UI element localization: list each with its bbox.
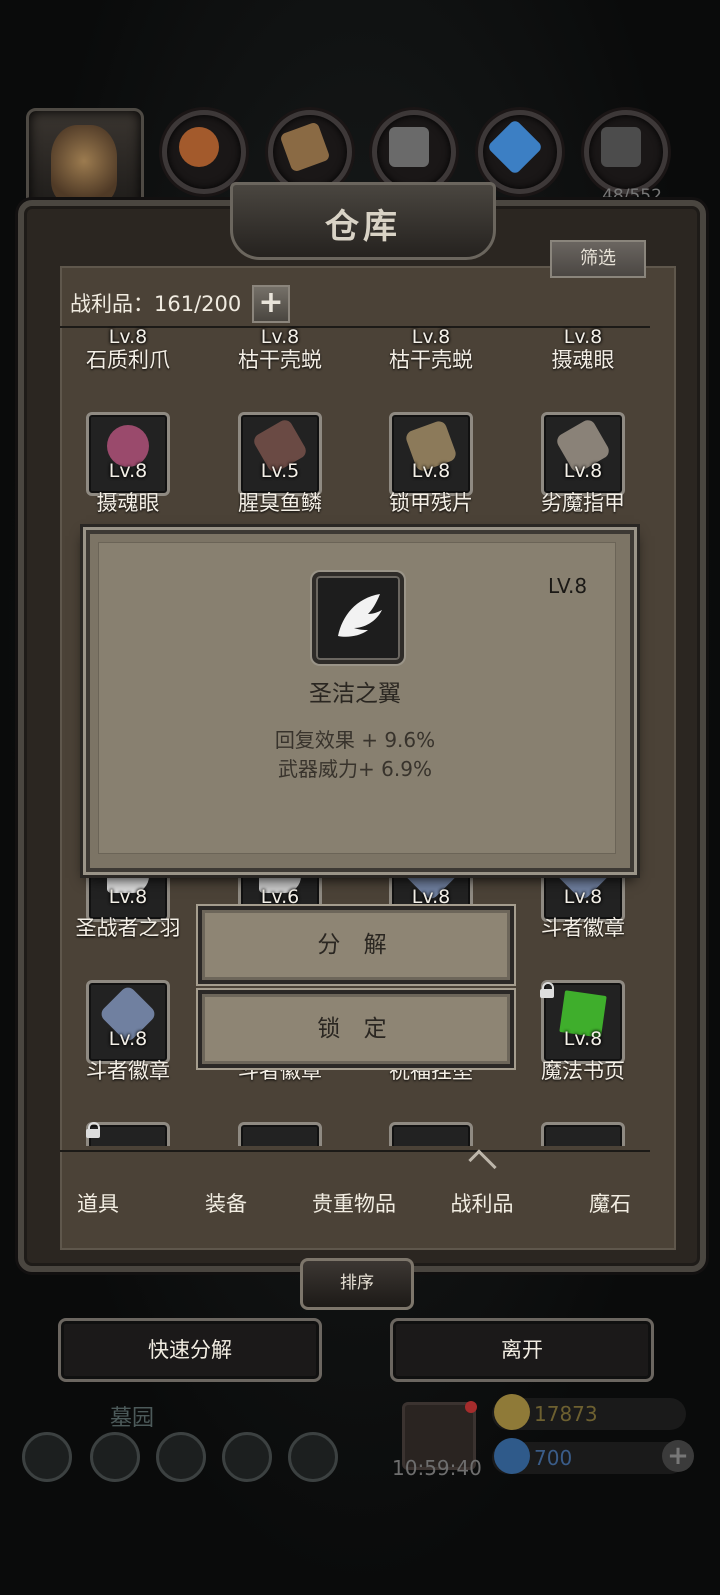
menu-circle-icon[interactable] xyxy=(90,1432,140,1482)
gold-value: 17873 xyxy=(534,1402,598,1426)
item-level: Lv.8 xyxy=(563,326,603,346)
leave-button[interactable]: 离开 xyxy=(390,1318,654,1382)
item-slot[interactable]: Lv.5 xyxy=(238,412,322,496)
gold-display: 17873 xyxy=(492,1394,686,1430)
item-name: 斗者徽章 xyxy=(541,916,625,940)
item-name: 枯干壳蜕 xyxy=(238,348,322,372)
menu-circle-icon[interactable] xyxy=(22,1432,72,1482)
item-level: Lv.6 xyxy=(260,886,300,908)
gem-value: 700 xyxy=(534,1446,573,1470)
item-level: Lv.8 xyxy=(411,460,451,482)
item-level: Lv.8 xyxy=(563,1028,603,1050)
item-name: 劣魔指甲 xyxy=(541,491,625,515)
item-slot[interactable]: Lv.8 xyxy=(389,300,473,346)
item-name: 石质利爪 xyxy=(86,348,170,372)
area-name: 墓园 xyxy=(110,1406,155,1431)
item-frame xyxy=(238,1122,322,1146)
mail-icon[interactable] xyxy=(222,1432,272,1482)
popup-item-frame xyxy=(312,572,404,664)
item-slot[interactable]: Lv.8 xyxy=(238,300,322,346)
item-frame xyxy=(389,412,473,496)
gem-icon xyxy=(494,1438,530,1474)
item-slot[interactable] xyxy=(541,1122,625,1146)
item-level: Lv.8 xyxy=(563,460,603,482)
item-level: Lv.8 xyxy=(411,886,451,908)
gold-icon xyxy=(494,1394,530,1430)
wing-icon xyxy=(338,594,382,637)
gem-display: 700 xyxy=(492,1438,686,1474)
notification-dot xyxy=(465,1401,477,1413)
iron-icon xyxy=(389,127,429,167)
wood-icon xyxy=(279,121,331,173)
divider xyxy=(60,1150,650,1152)
item-level: Lv.8 xyxy=(108,326,148,346)
item-name: 圣战者之羽 xyxy=(75,916,181,940)
menu-circle-icon[interactable] xyxy=(288,1432,338,1482)
item-slot[interactable]: Lv.8 xyxy=(541,412,625,496)
filter-button[interactable]: 筛选 xyxy=(550,240,646,278)
item-name: 枯干壳蜕 xyxy=(389,348,473,372)
popup-item-name: 圣洁之翼 xyxy=(309,681,401,707)
popup-stat: 武器威力+ 6.9% xyxy=(278,757,432,781)
tab-items[interactable]: 道具 xyxy=(38,1188,158,1218)
sort-button[interactable]: 排序 xyxy=(300,1258,414,1310)
popup-stat: 回复效果 + 9.6% xyxy=(274,728,436,752)
item-slot[interactable]: Lv.8 xyxy=(389,412,473,496)
item-frame xyxy=(541,1122,625,1146)
item-slot[interactable]: Lv.8 xyxy=(86,300,170,346)
tab-loot[interactable]: 战利品 xyxy=(422,1188,542,1218)
add-gems-button[interactable]: + xyxy=(662,1440,694,1472)
menu-circle-icon[interactable] xyxy=(156,1432,206,1482)
item-level: Lv.8 xyxy=(260,326,300,346)
popup-level: LV.8 xyxy=(548,574,588,598)
lock-button[interactable]: 锁 定 xyxy=(198,990,514,1068)
item-frame xyxy=(389,1122,473,1146)
item-frame xyxy=(86,980,170,1064)
tab-magic-stones[interactable]: 魔石 xyxy=(550,1188,670,1218)
lock-icon xyxy=(86,1122,100,1138)
item-level: Lv.8 xyxy=(411,326,451,346)
item-slot[interactable]: Lv.8 xyxy=(86,412,170,496)
item-frame xyxy=(541,412,625,496)
quick-decompose-button[interactable]: 快速分解 xyxy=(58,1318,322,1382)
avatar xyxy=(51,125,117,205)
tab-valuables[interactable]: 贵重物品 xyxy=(294,1188,414,1218)
title-plate: 仓库 xyxy=(230,182,496,260)
item-slot[interactable] xyxy=(238,1122,322,1146)
item-name: 斗者徽章 xyxy=(86,1059,170,1083)
item-level: Lv.8 xyxy=(108,886,148,908)
leather-icon xyxy=(179,127,219,167)
item-level: Lv.8 xyxy=(563,886,603,908)
decompose-button[interactable]: 分 解 xyxy=(198,906,514,984)
item-level: Lv.8 xyxy=(108,460,148,482)
item-name: 摄魂眼 xyxy=(551,348,615,372)
timer: 10:59:40 xyxy=(392,1456,482,1480)
tab-equipment[interactable]: 装备 xyxy=(166,1188,286,1218)
item-name: 腥臭鱼鳞 xyxy=(238,491,322,515)
item-name: 魔法书页 xyxy=(541,1059,625,1083)
item-slot[interactable]: Lv.8 xyxy=(86,980,170,1064)
steel-icon xyxy=(601,127,641,167)
item-frame xyxy=(238,412,322,496)
item-slot[interactable] xyxy=(389,1122,473,1146)
item-level: Lv.5 xyxy=(260,460,300,482)
item-name: 摄魂眼 xyxy=(96,491,160,515)
item-slot[interactable]: Lv.8 xyxy=(541,300,625,346)
lock-icon xyxy=(540,982,554,998)
item-frame xyxy=(86,412,170,496)
page-title: 仓库 xyxy=(325,207,401,247)
item-level: Lv.8 xyxy=(108,1028,148,1050)
crystal-icon xyxy=(486,118,544,176)
item-name: 锁甲残片 xyxy=(389,491,473,515)
steel-resource[interactable] xyxy=(584,110,668,194)
